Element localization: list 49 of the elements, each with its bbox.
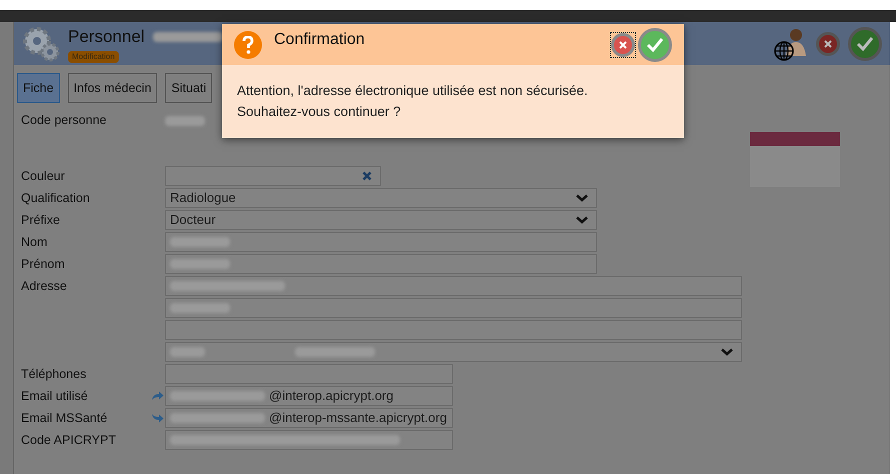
select-field[interactable]: Docteur	[165, 210, 597, 230]
blurred-text	[152, 32, 223, 42]
dialog-title: Confirmation	[274, 30, 365, 50]
close-icon	[824, 40, 832, 48]
cancel-button[interactable]	[816, 32, 840, 56]
email-field[interactable]: @interop-mssante.apicrypt.org	[165, 408, 453, 428]
curved-arrow-up-icon[interactable]	[150, 391, 164, 401]
field-label: Préfixe	[21, 212, 60, 227]
city-select[interactable]	[165, 342, 742, 362]
field-label: Email utilisé	[21, 388, 88, 403]
color-field[interactable]	[165, 166, 381, 186]
select-field[interactable]: Radiologue	[165, 188, 597, 208]
curved-arrow-down-icon[interactable]	[150, 413, 164, 423]
address-field[interactable]	[165, 276, 742, 296]
tab[interactable]: Fiche	[17, 73, 60, 103]
close-icon	[619, 40, 627, 48]
field-label: Nom	[21, 234, 48, 249]
confirm-button[interactable]	[638, 28, 672, 62]
cancel-button[interactable]	[611, 32, 635, 56]
mode-badge: Modification	[68, 50, 119, 63]
chevron-down-icon	[721, 348, 733, 356]
field-label: Code APICRYPT	[21, 432, 116, 447]
field-label: Prénom	[21, 256, 65, 271]
window-title: Personnel	[68, 26, 145, 48]
field-label: Code personne	[21, 113, 106, 127]
email-domain: @interop-mssante.apicrypt.org	[269, 409, 447, 428]
clear-icon[interactable]	[362, 171, 372, 181]
field-label: Couleur	[21, 168, 65, 183]
email-domain: @interop.apicrypt.org	[269, 387, 394, 406]
gears-icon	[22, 26, 60, 62]
dialog-message: Attention, l'adresse électronique utilisée est non sécurisée.	[237, 82, 589, 100]
confirm-button[interactable]	[848, 26, 882, 60]
field-label: Téléphones	[21, 366, 86, 381]
tab[interactable]: Situati	[165, 73, 212, 103]
tab[interactable]: Infos médecin	[68, 73, 158, 103]
field-label: Email MSSanté	[21, 410, 108, 425]
question-icon	[234, 30, 262, 58]
check-icon	[856, 36, 874, 52]
email-field[interactable]: @interop.apicrypt.org	[165, 386, 453, 406]
check-icon	[646, 36, 664, 52]
text-field[interactable]	[165, 254, 597, 274]
field-label: Adresse	[21, 278, 67, 293]
dialog-message: Souhaitez-vous continuer ?	[237, 103, 402, 121]
chevron-down-icon	[576, 194, 588, 202]
text-field[interactable]	[165, 232, 597, 252]
field-label: Qualification	[21, 190, 90, 205]
chevron-down-icon	[576, 216, 588, 224]
address-field[interactable]	[165, 298, 742, 318]
text-field[interactable]	[165, 430, 453, 450]
